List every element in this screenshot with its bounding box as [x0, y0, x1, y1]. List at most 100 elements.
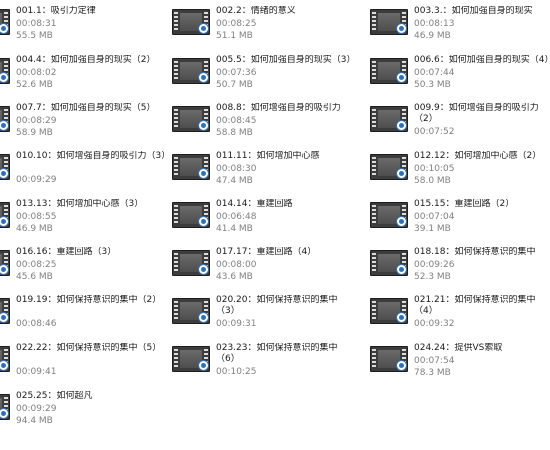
video-file-icon: [370, 58, 410, 86]
file-item[interactable]: 022.22：如何保持意识的集中（5） 00:09:41: [0, 331, 170, 377]
video-file-icon: [0, 394, 12, 422]
file-size: 46.9 MB: [16, 224, 53, 234]
file-name: 010.10：如何增强自身的吸引力（3）: [16, 151, 168, 161]
video-file-icon: [172, 9, 212, 37]
media-player-badge-icon: [396, 216, 407, 227]
media-player-badge-icon: [198, 23, 209, 34]
media-player-badge-icon: [198, 312, 209, 323]
file-name: 020.20：如何保持意识的集中（3）: [216, 295, 338, 316]
file-name: 002.2：情绪的意义: [216, 6, 296, 16]
file-duration: 00:08:46: [16, 319, 57, 329]
file-item[interactable]: 024.24：提供VS索取 00:07:54 78.3 MB: [370, 331, 550, 378]
file-size: 45.6 MB: [16, 272, 53, 282]
media-player-badge-icon: [396, 120, 407, 131]
file-duration: 00:10:25: [216, 367, 257, 377]
file-duration: 00:08:00: [216, 260, 257, 270]
media-player-badge-icon: [198, 168, 209, 179]
file-item[interactable]: 007.7：如何加强自身的现实（5） 00:08:29 58.9 MB: [0, 91, 170, 138]
file-item[interactable]: 008.8：如何增强自身的吸引力 00:08:45 58.8 MB: [172, 91, 370, 138]
video-file-icon: [370, 9, 410, 37]
file-item[interactable]: 002.2：情绪的意义 00:08:25 51.1 MB: [172, 0, 370, 41]
video-file-icon: [0, 106, 12, 134]
video-file-icon: [0, 346, 12, 374]
file-duration: 00:08:25: [216, 19, 257, 29]
file-item[interactable]: 003.3.：如何加强自身的现实 00:08:13 46.9 MB: [370, 0, 550, 41]
video-file-icon: [172, 298, 212, 326]
file-duration: 00:09:31: [216, 319, 257, 329]
file-name: 012.12：如何增加中心感（2）: [414, 151, 542, 161]
file-item[interactable]: 013.13：如何增加中心感（3） 00:08:55 46.9 MB: [0, 187, 170, 234]
media-player-badge-icon: [396, 360, 407, 371]
file-name: 013.13：如何增加中心感（3）: [16, 199, 144, 209]
video-file-icon: [0, 202, 12, 230]
file-size: 58.0 MB: [414, 176, 451, 186]
file-item[interactable]: 016.16：重建回路（3） 00:08:25 45.6 MB: [0, 235, 170, 282]
file-item[interactable]: 018.18：如何保持意识的集中 00:09:26 52.3 MB: [370, 235, 550, 282]
file-name: 014.14：重建回路: [216, 199, 293, 209]
file-name: 022.22：如何保持意识的集中（5）: [16, 343, 162, 353]
video-file-icon: [172, 106, 212, 134]
file-item[interactable]: 001.1：吸引力定律 00:08:31 55.5 MB: [0, 0, 170, 41]
file-duration: 00:07:04: [414, 212, 455, 222]
file-duration: 00:08:13: [414, 19, 455, 29]
file-item[interactable]: 017.17：重建回路（4） 00:08:00 43.6 MB: [172, 235, 370, 282]
file-grid: 001.1：吸引力定律 00:08:31 55.5 MB 002.2：情绪的意义 00:…: [0, 0, 550, 450]
video-file-icon: [370, 250, 410, 278]
file-name: 004.4：如何加强自身的现实（2）: [16, 55, 156, 65]
file-duration: 00:08:29: [16, 116, 57, 126]
video-file-icon: [0, 154, 12, 182]
file-item[interactable]: 019.19：如何保持意识的集中（2） 00:08:46: [0, 283, 170, 329]
file-duration: 00:08:31: [16, 19, 57, 29]
media-player-badge-icon: [198, 264, 209, 275]
file-duration: 00:07:52: [414, 127, 455, 137]
file-item[interactable]: 010.10：如何增强自身的吸引力（3） 00:09:29: [0, 139, 170, 185]
video-file-icon: [0, 58, 12, 86]
file-item[interactable]: 004.4：如何加强自身的现实（2） 00:08:02 52.6 MB: [0, 43, 170, 90]
file-name: 008.8：如何增强自身的吸引力: [216, 103, 341, 113]
file-duration: 00:10:05: [414, 164, 455, 174]
file-duration: 00:08:02: [16, 68, 57, 78]
video-file-icon: [172, 346, 212, 374]
file-name: 024.24：提供VS索取: [414, 343, 503, 353]
file-name: 019.19：如何保持意识的集中（2）: [16, 295, 162, 305]
media-player-badge-icon: [396, 72, 407, 83]
media-player-badge-icon: [198, 72, 209, 83]
file-item[interactable]: 005.5：如何加强自身的现实（3） 00:07:36 50.7 MB: [172, 43, 370, 90]
file-item[interactable]: 025.25：如何超凡 00:09:29 94.4 MB: [0, 379, 170, 426]
file-item[interactable]: 020.20：如何保持意识的集中（3） 00:09:31: [172, 283, 370, 329]
file-size: 58.8 MB: [216, 128, 253, 138]
file-item[interactable]: 014.14：重建回路 00:06:48 41.4 MB: [172, 187, 370, 234]
file-name: 017.17：重建回路（4）: [216, 247, 317, 257]
file-duration: 00:09:26: [414, 260, 455, 270]
file-item[interactable]: 012.12：如何增加中心感（2） 00:10:05 58.0 MB: [370, 139, 550, 186]
video-file-icon: [0, 298, 12, 326]
file-size: 39.1 MB: [414, 224, 451, 234]
file-name: 025.25：如何超凡: [16, 391, 93, 401]
file-item[interactable]: 023.23：如何保持意识的集中（6） 00:10:25: [172, 331, 370, 377]
file-duration: 00:09:29: [16, 175, 57, 185]
file-item[interactable]: 015.15：重建回路（2） 00:07:04 39.1 MB: [370, 187, 550, 234]
file-name: 006.6：如何加强自身的现实（4）: [414, 55, 550, 65]
file-size: 78.3 MB: [414, 368, 451, 378]
file-name: 011.11：如何增加中心感: [216, 151, 320, 161]
file-size: 55.5 MB: [16, 31, 53, 41]
file-item[interactable]: 021.21：如何保持意识的集中（4） 00:09:32: [370, 283, 550, 329]
video-file-icon: [172, 202, 212, 230]
file-duration: 00:08:25: [16, 260, 57, 270]
file-item[interactable]: 011.11：如何增加中心感 00:08:30 47.4 MB: [172, 139, 370, 186]
video-file-icon: [370, 106, 410, 134]
file-name: 016.16：重建回路（3）: [16, 247, 117, 257]
file-item[interactable]: 006.6：如何加强自身的现实（4） 00:07:44 50.3 MB: [370, 43, 550, 90]
media-player-badge-icon: [198, 360, 209, 371]
file-size: 94.4 MB: [16, 416, 53, 426]
file-size: 50.7 MB: [216, 80, 253, 90]
file-name: 021.21：如何保持意识的集中（4）: [414, 295, 536, 316]
file-size: 52.3 MB: [414, 272, 451, 282]
file-size: 58.9 MB: [16, 128, 53, 138]
file-item[interactable]: 009.9：如何增强自身的吸引力（2） 00:07:52: [370, 91, 550, 137]
file-name: 005.5：如何加强自身的现实（3）: [216, 55, 356, 65]
file-duration: 00:08:30: [216, 164, 257, 174]
file-name: 001.1：吸引力定律: [16, 6, 96, 16]
file-duration: 00:06:48: [216, 212, 257, 222]
video-file-icon: [172, 250, 212, 278]
